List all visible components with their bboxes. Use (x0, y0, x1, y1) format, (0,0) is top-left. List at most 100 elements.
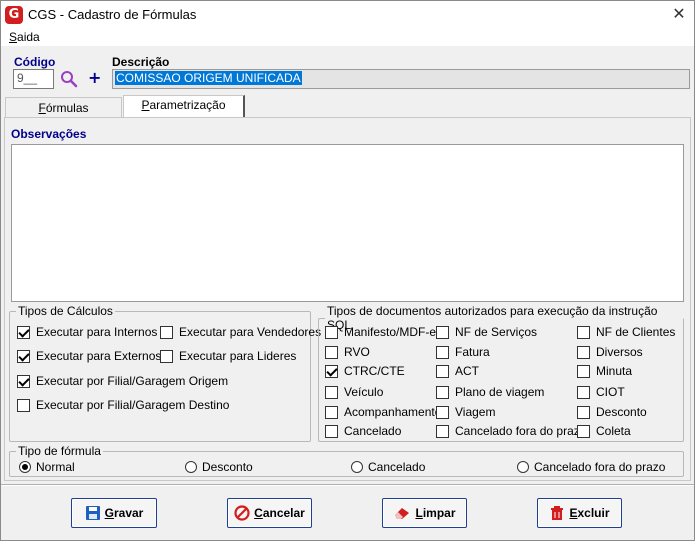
checkbox-box[interactable] (17, 325, 30, 339)
cancelar-button[interactable]: Cancelar (227, 498, 312, 528)
checkbox-cancelado-fora-prazo[interactable]: Cancelado fora do prazo (436, 424, 586, 438)
checkbox-box[interactable] (577, 325, 590, 339)
add-icon[interactable]: + (88, 68, 102, 88)
checkbox-label: CTRC/CTE (344, 364, 405, 378)
radio-desconto[interactable]: Desconto (185, 460, 253, 474)
checkbox-label: Acompanhamento (344, 405, 442, 419)
radio-circle[interactable] (517, 461, 529, 473)
radio-label: Cancelado (368, 460, 426, 474)
codigo-input[interactable]: 9__ (13, 69, 54, 89)
cancelar-label: Cancelar (254, 506, 305, 520)
checkbox-box[interactable] (17, 374, 30, 388)
checkbox-label: Executar por Filial/Garagem Destino (36, 398, 230, 412)
checkbox-label: Minuta (596, 364, 633, 378)
checkbox-box[interactable] (577, 385, 590, 399)
checkbox-coleta[interactable]: Coleta (577, 424, 631, 438)
checkbox-label: Diversos (596, 345, 643, 359)
checkbox-box[interactable] (577, 345, 590, 359)
checkbox-viagem[interactable]: Viagem (436, 405, 495, 419)
close-icon[interactable]: ✕ (664, 1, 694, 29)
checkbox-veiculo[interactable]: Veículo (325, 385, 383, 399)
eraser-icon (395, 508, 410, 519)
checkbox-box[interactable] (325, 385, 338, 399)
checkbox-label: Executar para Externos (36, 349, 162, 363)
checkbox-label: Executar por Filial/Garagem Origem (36, 374, 229, 388)
checkbox-box[interactable] (17, 398, 30, 412)
descricao-label: Descrição (112, 55, 170, 69)
tab-strip: Fórmulas Parametrização (1, 95, 694, 117)
checkbox-box[interactable] (436, 364, 449, 378)
excluir-label: Excluir (569, 506, 610, 520)
checkbox-executar-vendedores[interactable]: Executar para Vendedores (160, 325, 321, 339)
excluir-button[interactable]: Excluir (537, 498, 622, 528)
radio-circle[interactable] (19, 461, 31, 473)
checkbox-ctrc-cte[interactable]: CTRC/CTE (325, 364, 405, 378)
checkbox-fatura[interactable]: Fatura (436, 345, 490, 359)
checkbox-acompanhamento[interactable]: Acompanhamento (325, 405, 441, 419)
checkbox-act[interactable]: ACT (436, 364, 479, 378)
checkbox-box[interactable] (436, 385, 449, 399)
checkbox-box[interactable] (160, 349, 173, 363)
tab-formulas[interactable]: Fórmulas (5, 97, 122, 117)
parametrizacao-panel: Observações Tipos de Cálculos Executar p… (4, 117, 691, 481)
checkbox-box[interactable] (577, 405, 590, 419)
checkbox-executar-internos[interactable]: Executar para Internos (17, 325, 157, 339)
footer-divider (1, 484, 694, 486)
radio-circle[interactable] (185, 461, 197, 473)
checkbox-diversos[interactable]: Diversos (577, 345, 643, 359)
checkbox-box[interactable] (325, 405, 338, 419)
checkbox-filial-origem[interactable]: Executar por Filial/Garagem Origem (17, 374, 228, 388)
observacoes-textarea[interactable] (11, 144, 684, 302)
checkbox-box[interactable] (325, 325, 338, 339)
gravar-button[interactable]: Gravar (71, 498, 157, 528)
checkbox-rvo[interactable]: RVO (325, 345, 370, 359)
checkbox-nf-servicos[interactable]: NF de Serviços (436, 325, 537, 339)
checkbox-manifesto[interactable]: Manifesto/MDF-e (325, 325, 436, 339)
checkbox-executar-externos[interactable]: Executar para Externos (17, 349, 161, 363)
checkbox-label: Fatura (455, 345, 490, 359)
checkbox-box[interactable] (577, 424, 590, 438)
checkbox-box[interactable] (160, 325, 173, 339)
tab-parametrizacao-label: Parametrização (141, 98, 226, 112)
descricao-value: COMISSAO ORIGEM UNIFICADA (115, 71, 302, 85)
tipo-formula-legend: Tipo de fórmula (18, 444, 101, 458)
checkbox-box[interactable] (325, 424, 338, 438)
checkbox-cancelado[interactable]: Cancelado (325, 424, 401, 438)
checkbox-desconto[interactable]: Desconto (577, 405, 647, 419)
floppy-disk-icon (85, 506, 100, 520)
tipos-calculos-legend: Tipos de Cálculos (18, 304, 113, 318)
tab-parametrizacao[interactable]: Parametrização (123, 95, 245, 117)
checkbox-label: Cancelado (344, 424, 402, 438)
radio-label: Normal (36, 460, 75, 474)
checkbox-filial-destino[interactable]: Executar por Filial/Garagem Destino (17, 398, 229, 412)
checkbox-label: Desconto (596, 405, 647, 419)
radio-cancelado[interactable]: Cancelado (351, 460, 425, 474)
search-icon[interactable] (60, 70, 78, 88)
checkbox-plano-viagem[interactable]: Plano de viagem (436, 385, 544, 399)
checkbox-box[interactable] (436, 345, 449, 359)
checkbox-ciot[interactable]: CIOT (577, 385, 625, 399)
limpar-label: Limpar (415, 506, 456, 520)
checkbox-label: CIOT (596, 385, 625, 399)
radio-circle[interactable] (351, 461, 363, 473)
checkbox-box[interactable] (325, 364, 338, 378)
checkbox-executar-lideres[interactable]: Executar para Lideres (160, 349, 296, 363)
checkbox-nf-clientes[interactable]: NF de Clientes (577, 325, 675, 339)
checkbox-box[interactable] (436, 405, 449, 419)
checkbox-box[interactable] (436, 325, 449, 339)
descricao-input[interactable]: COMISSAO ORIGEM UNIFICADA (112, 69, 690, 89)
checkbox-minuta[interactable]: Minuta (577, 364, 632, 378)
checkbox-box[interactable] (17, 349, 30, 363)
main-window: G CGS - Cadastro de Fórmulas ✕ Saida Cód… (0, 0, 695, 541)
checkbox-label: Veículo (344, 385, 384, 399)
checkbox-box[interactable] (577, 364, 590, 378)
checkbox-label: NF de Serviços (455, 325, 538, 339)
menu-item-saida[interactable]: Saida (9, 30, 40, 44)
limpar-button[interactable]: Limpar (382, 498, 467, 528)
title-bar: G CGS - Cadastro de Fórmulas ✕ (1, 1, 694, 29)
checkbox-box[interactable] (325, 345, 338, 359)
radio-normal[interactable]: Normal (19, 460, 75, 474)
radio-label: Cancelado fora do prazo (534, 460, 666, 474)
radio-cancelado-fora-prazo[interactable]: Cancelado fora do prazo (517, 460, 665, 474)
checkbox-box[interactable] (436, 424, 449, 438)
